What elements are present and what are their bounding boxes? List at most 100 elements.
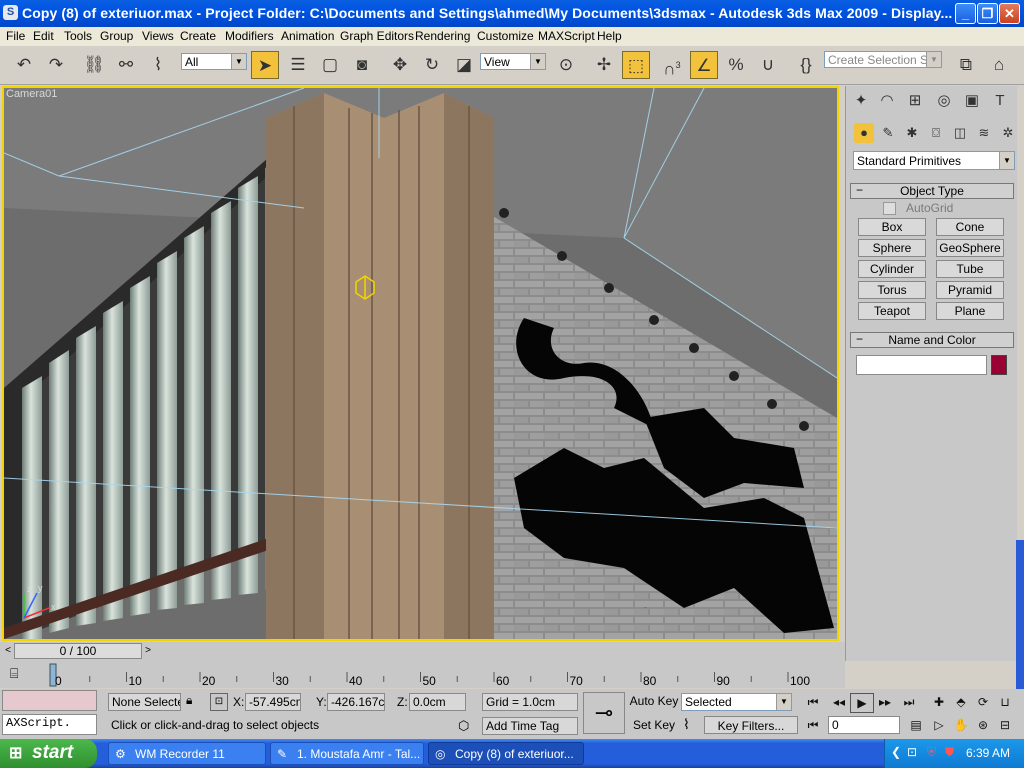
torus-button[interactable]: Torus — [858, 281, 926, 299]
display-tab-icon[interactable]: ▣ — [959, 88, 985, 114]
pan-icon[interactable]: ✚ — [928, 693, 950, 711]
previous-frame-icon[interactable]: ◂◂ — [828, 693, 850, 711]
rectangular-selection-icon[interactable]: ▢ — [316, 51, 344, 79]
auto-key-button[interactable]: Auto Key — [629, 692, 679, 710]
systems-icon[interactable]: ✲ — [998, 123, 1018, 143]
key-filters-button[interactable]: Key Filters... — [704, 716, 798, 734]
menu-group[interactable]: Group — [100, 29, 133, 43]
maxscript-mini-listener[interactable]: AXScript. — [2, 714, 97, 735]
key-mode-toggle-icon[interactable]: ⏮ — [802, 716, 824, 734]
object-type-rollout[interactable]: − Object Type — [850, 183, 1014, 199]
menu-views[interactable]: Views — [142, 29, 174, 43]
menu-help[interactable]: Help — [597, 29, 622, 43]
lights-icon[interactable]: ✱ — [902, 123, 922, 143]
menu-rendering[interactable]: Rendering — [415, 29, 470, 43]
utilities-tab-icon[interactable]: T — [987, 88, 1013, 114]
menu-create[interactable]: Create — [180, 29, 216, 43]
time-configuration-icon[interactable]: ▤ — [905, 716, 927, 734]
create-tab-icon[interactable]: ✦ — [848, 88, 874, 114]
selection-lock-icon[interactable]: 🔒︎ — [186, 693, 192, 708]
modify-tab-icon[interactable]: ◠ — [874, 88, 900, 114]
cylinder-button[interactable]: Cylinder — [858, 260, 926, 278]
hierarchy-tab-icon[interactable]: ⊞ — [902, 88, 928, 114]
primitive-category-dropdown[interactable]: Standard Primitives ▼ — [853, 151, 1015, 170]
shapes-icon[interactable]: ✎ — [878, 123, 898, 143]
keyboard-shortcut-override-icon[interactable]: ⬚ — [622, 51, 650, 79]
motion-tab-icon[interactable]: ◎ — [931, 88, 957, 114]
autogrid-checkbox[interactable] — [883, 202, 896, 215]
box-button[interactable]: Box — [858, 218, 926, 236]
select-and-rotate-icon[interactable]: ↻ — [418, 51, 446, 79]
unlink-icon[interactable]: ⚯ — [112, 51, 140, 79]
select-object-icon[interactable]: ➤ — [251, 51, 279, 79]
selection-filter-dropdown[interactable]: All ▼ — [181, 53, 247, 70]
snaps-toggle-icon[interactable]: ∩3 — [658, 51, 686, 79]
play-icon[interactable]: ▶ — [850, 693, 874, 713]
start-button[interactable]: ⊞ start — [0, 739, 97, 768]
space-warps-icon[interactable]: ≋ — [974, 123, 994, 143]
sphere-button[interactable]: Sphere — [858, 239, 926, 257]
named-selection-sets-dropdown[interactable]: Create Selection Set ▼ — [824, 51, 942, 68]
mirror-icon[interactable]: ⧉ — [952, 51, 980, 79]
y-coordinate-field[interactable]: -426.167cm — [327, 693, 385, 711]
select-and-scale-icon[interactable]: ◪ — [450, 51, 478, 79]
menu-maxscript[interactable]: MAXScript — [538, 29, 595, 43]
restore-icon[interactable]: ❐ — [977, 3, 998, 24]
set-keys-key-icon[interactable]: ⊸ — [583, 692, 625, 734]
menu-modifiers[interactable]: Modifiers — [225, 29, 274, 43]
geosphere-button[interactable]: GeoSphere — [936, 239, 1004, 257]
pan-hand-icon[interactable]: ✋ — [950, 716, 972, 734]
percent-snap-icon[interactable]: % — [722, 51, 750, 79]
teapot-button[interactable]: Teapot — [858, 302, 926, 320]
redo-icon[interactable]: ↷ — [42, 51, 70, 79]
time-slider-thumb[interactable]: 0 / 100 — [14, 643, 142, 659]
current-frame-spinner[interactable]: 0 — [828, 716, 900, 734]
minimize-icon[interactable]: _ — [955, 3, 976, 24]
security-alert-icon[interactable]: ⛨ — [927, 745, 936, 760]
helpers-icon[interactable]: ◫ — [950, 123, 970, 143]
antivirus-icon[interactable]: ⛊ — [945, 745, 954, 760]
object-color-swatch[interactable] — [991, 355, 1007, 375]
dolly-icon[interactable]: ⊔ — [994, 693, 1016, 711]
plane-button[interactable]: Plane — [936, 302, 1004, 320]
set-key-button[interactable]: Set Key — [629, 716, 679, 734]
menu-graph-editors[interactable]: Graph Editors — [340, 29, 414, 43]
menu-edit[interactable]: Edit — [33, 29, 54, 43]
pyramid-button[interactable]: Pyramid — [936, 281, 1004, 299]
slider-prev-icon[interactable]: < — [2, 643, 14, 659]
go-to-end-icon[interactable]: ⏭ — [898, 693, 920, 711]
z-coordinate-field[interactable]: 0.0cm — [409, 693, 466, 711]
orbit-icon[interactable]: ⟳ — [972, 693, 994, 711]
edit-named-selection-icon[interactable]: {} — [792, 51, 820, 79]
taskbar-item-3dsmax[interactable]: ◎ Copy (8) of exteriuor... — [428, 742, 584, 765]
camera-viewport[interactable]: سكندر x y z — [2, 86, 839, 641]
go-to-start-icon[interactable]: ⏮ — [802, 693, 824, 711]
angle-snap-icon[interactable]: ∠ — [690, 51, 718, 79]
orbit-camera-icon[interactable]: ⊛ — [972, 716, 994, 734]
fov-icon[interactable]: ▷ — [928, 716, 950, 734]
pivot-center-icon[interactable]: ⊙ — [552, 51, 580, 79]
cameras-icon[interactable]: ⌼ — [926, 123, 946, 143]
cone-button[interactable]: Cone — [936, 218, 1004, 236]
select-and-manipulate-icon[interactable]: ✢ — [590, 51, 618, 79]
network-icon[interactable]: ⊡ — [907, 745, 917, 759]
absolute-mode-transform-icon[interactable]: ⊡ — [210, 693, 228, 711]
default-tangent-icon[interactable]: ⌇ — [683, 716, 690, 733]
key-mode-dropdown[interactable]: Selected ▼ — [681, 693, 792, 711]
x-coordinate-field[interactable]: -57.495cm — [245, 693, 301, 711]
menu-tools[interactable]: Tools — [64, 29, 92, 43]
tray-expand-icon[interactable]: ❮ — [891, 745, 901, 759]
viewport-label[interactable]: Camera01 — [6, 88, 57, 100]
close-icon[interactable]: ✕ — [999, 3, 1020, 24]
taskbar-item-wm-recorder[interactable]: ⚙ WM Recorder 11 — [108, 742, 266, 765]
select-by-name-icon[interactable]: ☰ — [284, 51, 312, 79]
reference-coordinate-dropdown[interactable]: View ▼ — [480, 53, 546, 70]
maximize-viewport-icon[interactable]: ⊟ — [994, 716, 1016, 734]
undo-icon[interactable]: ↶ — [10, 51, 38, 79]
zoom-extents-icon[interactable]: ⬘ — [950, 693, 972, 711]
object-name-input[interactable] — [856, 355, 987, 375]
select-and-link-icon[interactable]: ⛓ — [80, 51, 108, 79]
taskbar-item-moustafa-amr[interactable]: ✎ 1. Moustafa Amr - Tal... — [270, 742, 424, 765]
align-icon[interactable]: ⌂ — [985, 51, 1013, 79]
select-and-move-icon[interactable]: ✥ — [386, 51, 414, 79]
